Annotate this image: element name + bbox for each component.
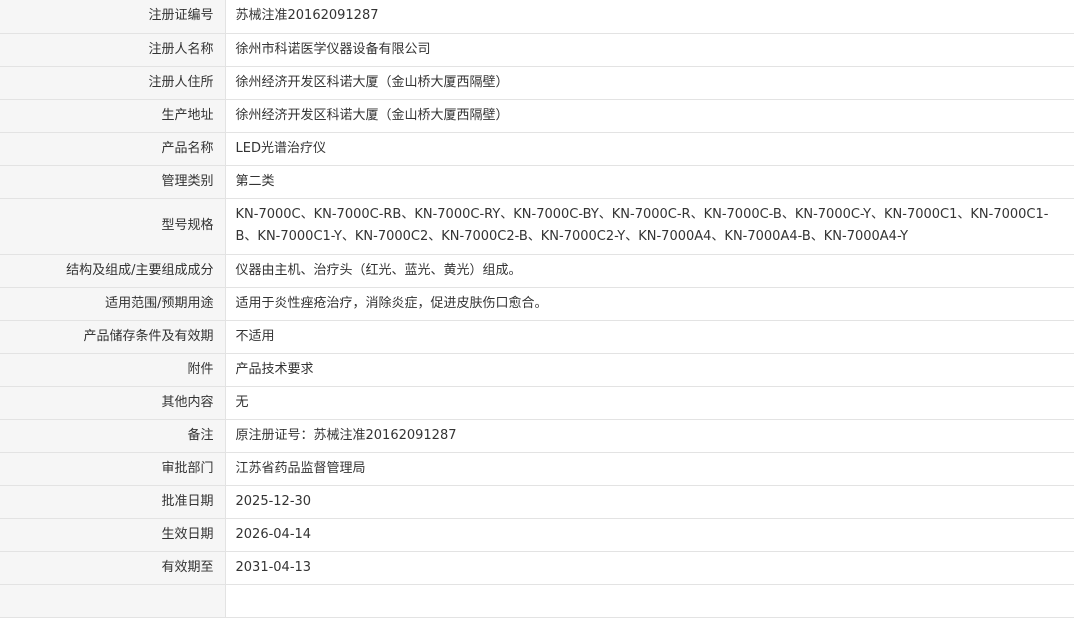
- row-value: 徐州经济开发区科诺大厦（金山桥大厦西隔壁）: [225, 99, 1074, 133]
- row-value: LED光谱治疗仪: [225, 132, 1074, 166]
- row-value: 2031-04-13: [225, 551, 1074, 585]
- table-row-registration-number: 注册证编号 苏械注准20162091287: [0, 0, 1074, 34]
- row-label: 注册证编号: [0, 0, 226, 34]
- table-row-empty: [0, 584, 1074, 618]
- table-row-registrant-address: 注册人住所 徐州经济开发区科诺大厦（金山桥大厦西隔壁）: [0, 66, 1074, 100]
- table-row-model-spec: 型号规格 KN-7000C、KN-7000C-RB、KN-7000C-RY、KN…: [0, 198, 1074, 255]
- row-label: 产品储存条件及有效期: [0, 320, 226, 354]
- row-label: 产品名称: [0, 132, 226, 166]
- row-label: [0, 584, 226, 618]
- row-value: 不适用: [225, 320, 1074, 354]
- row-value: 第二类: [225, 165, 1074, 199]
- row-value: 江苏省药品监督管理局: [225, 452, 1074, 486]
- table-row-approval-department: 审批部门 江苏省药品监督管理局: [0, 452, 1074, 486]
- table-row-valid-until: 有效期至 2031-04-13: [0, 551, 1074, 585]
- table-row-management-category: 管理类别 第二类: [0, 165, 1074, 199]
- row-label: 型号规格: [0, 198, 226, 255]
- row-value: KN-7000C、KN-7000C-RB、KN-7000C-RY、KN-7000…: [225, 198, 1074, 255]
- row-label: 注册人住所: [0, 66, 226, 100]
- table-row-intended-use: 适用范围/预期用途 适用于炎性痤疮治疗，消除炎症，促进皮肤伤口愈合。: [0, 287, 1074, 321]
- table-row-other-content: 其他内容 无: [0, 386, 1074, 420]
- row-label: 备注: [0, 419, 226, 453]
- row-value: [225, 584, 1074, 618]
- table-row-approval-date: 批准日期 2025-12-30: [0, 485, 1074, 519]
- row-label: 其他内容: [0, 386, 226, 420]
- row-label: 附件: [0, 353, 226, 387]
- row-label: 批准日期: [0, 485, 226, 519]
- table-row-production-address: 生产地址 徐州经济开发区科诺大厦（金山桥大厦西隔壁）: [0, 99, 1074, 133]
- row-label: 生产地址: [0, 99, 226, 133]
- row-value: 徐州经济开发区科诺大厦（金山桥大厦西隔壁）: [225, 66, 1074, 100]
- row-value: 无: [225, 386, 1074, 420]
- row-label: 审批部门: [0, 452, 226, 486]
- table-row-registrant-name: 注册人名称 徐州市科诺医学仪器设备有限公司: [0, 33, 1074, 67]
- row-value: 徐州市科诺医学仪器设备有限公司: [225, 33, 1074, 67]
- table-row-effective-date: 生效日期 2026-04-14: [0, 518, 1074, 552]
- row-value: 2025-12-30: [225, 485, 1074, 519]
- table-row-remarks: 备注 原注册证号：苏械注准20162091287: [0, 419, 1074, 453]
- row-value: 仪器由主机、治疗头（红光、蓝光、黄光）组成。: [225, 254, 1074, 288]
- row-label: 结构及组成/主要组成成分: [0, 254, 226, 288]
- row-value: 适用于炎性痤疮治疗，消除炎症，促进皮肤伤口愈合。: [225, 287, 1074, 321]
- row-label: 生效日期: [0, 518, 226, 552]
- row-value: 原注册证号：苏械注准20162091287: [225, 419, 1074, 453]
- row-label: 有效期至: [0, 551, 226, 585]
- row-value: 苏械注准20162091287: [225, 0, 1074, 34]
- scrollbar-track[interactable]: [1074, 0, 1092, 610]
- row-label: 注册人名称: [0, 33, 226, 67]
- table-row-product-name: 产品名称 LED光谱治疗仪: [0, 132, 1074, 166]
- table-row-structure-composition: 结构及组成/主要组成成分 仪器由主机、治疗头（红光、蓝光、黄光）组成。: [0, 254, 1074, 288]
- row-value: 2026-04-14: [225, 518, 1074, 552]
- row-label: 管理类别: [0, 165, 226, 199]
- registration-detail-table: 注册证编号 苏械注准20162091287 注册人名称 徐州市科诺医学仪器设备有…: [0, 0, 1074, 618]
- table-row-attachment: 附件 产品技术要求: [0, 353, 1074, 387]
- table-row-storage-validity: 产品储存条件及有效期 不适用: [0, 320, 1074, 354]
- row-value: 产品技术要求: [225, 353, 1074, 387]
- row-label: 适用范围/预期用途: [0, 287, 226, 321]
